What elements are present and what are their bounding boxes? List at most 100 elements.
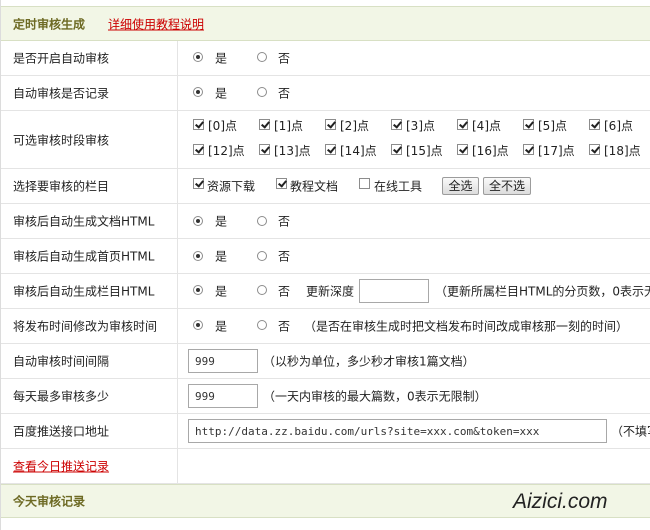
pubtime-note: （是否在审核生成时把文档发布时间改成审核那一刻的时间） (304, 319, 629, 334)
row-baidu-push: 百度推送接口地址 http://data.zz.baidu.com/urls?s… (1, 414, 650, 449)
period-checkbox[interactable] (589, 119, 600, 130)
row-label: 百度推送接口地址 (13, 424, 110, 439)
yes-label: 是 (215, 319, 228, 334)
no-label: 否 (278, 51, 291, 66)
row-push-log: 查看今日推送记录 (1, 449, 650, 484)
period-checkbox[interactable] (193, 119, 204, 130)
yes-label: 是 (215, 51, 228, 66)
select-none-button[interactable]: 全不选 (483, 177, 531, 195)
yes-label: 是 (215, 86, 228, 101)
period-label: [18]点 (604, 144, 641, 158)
column-checkbox-tools[interactable] (359, 178, 370, 189)
auto-audit-no-radio[interactable] (257, 52, 267, 62)
period-label: [2]点 (340, 119, 369, 133)
pubtime-yes-radio[interactable] (193, 320, 203, 330)
period-checkbox[interactable] (589, 144, 600, 155)
row-label: 审核后自动生成文档HTML (13, 214, 155, 229)
settings-panel: 定时审核生成 详细使用教程说明 是否开启自动审核 是 否 自动审核是否记录 是 … (0, 0, 650, 530)
baidu-url-input[interactable]: http://data.zz.baidu.com/urls?site=xxx.c… (188, 419, 607, 443)
period-checkbox[interactable] (325, 119, 336, 130)
period-label: [1]点 (274, 119, 303, 133)
gen-column-yes-radio[interactable] (193, 285, 203, 295)
column-label: 教程文档 (290, 179, 339, 194)
no-label: 否 (278, 249, 291, 264)
gen-home-yes-radio[interactable] (193, 251, 203, 261)
column-checkbox-docs[interactable] (276, 178, 287, 189)
period-label: [0]点 (208, 119, 237, 133)
row-daily-max: 每天最多审核多少 999 （一天内审核的最大篇数，0表示无限制） (1, 379, 650, 414)
push-log-link[interactable]: 查看今日推送记录 (13, 458, 109, 475)
gen-home-no-radio[interactable] (257, 251, 267, 261)
period-label: [17]点 (538, 144, 575, 158)
row-auto-audit: 是否开启自动审核 是 否 (1, 41, 650, 76)
row-interval: 自动审核时间间隔 999 （以秒为单位，多少秒才审核1篇文档） (1, 344, 650, 379)
period-label: [13]点 (274, 144, 311, 158)
select-all-button[interactable]: 全选 (442, 177, 479, 195)
period-label: [3]点 (406, 119, 435, 133)
column-label: 在线工具 (374, 179, 423, 194)
tutorial-link[interactable]: 详细使用教程说明 (108, 15, 204, 32)
gen-column-no-radio[interactable] (257, 285, 267, 295)
record-no-radio[interactable] (257, 87, 267, 97)
row-columns: 选择要审核的栏目 资源下载 教程文档 在线工具 全选 全不选 (1, 169, 650, 204)
auto-audit-yes-radio[interactable] (193, 52, 203, 62)
gen-doc-yes-radio[interactable] (193, 216, 203, 226)
daily-max-note: （一天内审核的最大篇数，0表示无限制） (263, 389, 487, 404)
period-checkbox[interactable] (259, 144, 270, 155)
period-label: [16]点 (472, 144, 509, 158)
yes-label: 是 (215, 249, 228, 264)
column-label: 资源下载 (207, 179, 256, 194)
interval-note: （以秒为单位，多少秒才审核1篇文档） (263, 354, 475, 369)
record-yes-radio[interactable] (193, 87, 203, 97)
row-label: 自动审核是否记录 (13, 86, 110, 101)
period-checkbox[interactable] (391, 119, 402, 130)
row-gen-home: 审核后自动生成首页HTML 是 否 (1, 239, 650, 274)
section-title: 定时审核生成 (13, 17, 86, 31)
period-label: [12]点 (208, 144, 245, 158)
column-checkbox-download[interactable] (193, 178, 204, 189)
depth-label: 更新深度 (306, 284, 355, 299)
period-label: [4]点 (472, 119, 501, 133)
period-checkbox[interactable] (457, 119, 468, 130)
today-audit-title: 今天审核记录 (13, 494, 86, 509)
period-checkbox[interactable] (325, 144, 336, 155)
section-header: 定时审核生成 详细使用教程说明 (1, 6, 650, 41)
row-gen-doc: 审核后自动生成文档HTML 是 否 (1, 204, 650, 239)
row-periods: 可选审核时段审核 [0]点 [1]点 [2]点 [3]点 [4]点 [5]点 [6]点 [12… (1, 111, 650, 169)
no-label: 否 (278, 86, 291, 101)
row-gen-column: 审核后自动生成栏目HTML 是 否 更新深度 （更新所属栏目HTML的分页数，0… (1, 274, 650, 309)
depth-note: （更新所属栏目HTML的分页数，0表示无限 (435, 284, 650, 299)
period-checkbox[interactable] (523, 144, 534, 155)
interval-input[interactable]: 999 (188, 349, 258, 373)
period-checkbox[interactable] (193, 144, 204, 155)
period-checkbox[interactable] (259, 119, 270, 130)
row-label: 审核后自动生成栏目HTML (13, 284, 155, 299)
period-label: [15]点 (406, 144, 443, 158)
period-label: [14]点 (340, 144, 377, 158)
pubtime-no-radio[interactable] (257, 320, 267, 330)
baidu-note: （不填写 (611, 424, 650, 439)
row-label: 选择要审核的栏目 (13, 179, 110, 194)
no-label: 否 (278, 214, 291, 229)
yes-label: 是 (215, 284, 228, 299)
period-checkbox[interactable] (457, 144, 468, 155)
period-label: [5]点 (538, 119, 567, 133)
depth-input[interactable] (359, 279, 429, 303)
gen-doc-no-radio[interactable] (257, 216, 267, 226)
row-label: 审核后自动生成首页HTML (13, 249, 155, 264)
row-label: 是否开启自动审核 (13, 51, 110, 66)
daily-max-input[interactable]: 999 (188, 384, 258, 408)
row-record: 自动审核是否记录 是 否 (1, 76, 650, 111)
watermark-text: Aizici.com (513, 490, 608, 513)
period-checkbox[interactable] (391, 144, 402, 155)
row-label: 将发布时间修改为审核时间 (13, 319, 158, 334)
period-checkbox[interactable] (523, 119, 534, 130)
no-label: 否 (278, 319, 291, 334)
row-label: 可选审核时段审核 (13, 133, 110, 147)
yes-label: 是 (215, 214, 228, 229)
row-pubtime: 将发布时间修改为审核时间 是 否 （是否在审核生成时把文档发布时间改成审核那一刻… (1, 309, 650, 344)
row-label: 自动审核时间间隔 (13, 354, 110, 369)
period-label: [6]点 (604, 119, 633, 133)
no-label: 否 (278, 284, 291, 299)
row-label: 每天最多审核多少 (13, 389, 110, 404)
